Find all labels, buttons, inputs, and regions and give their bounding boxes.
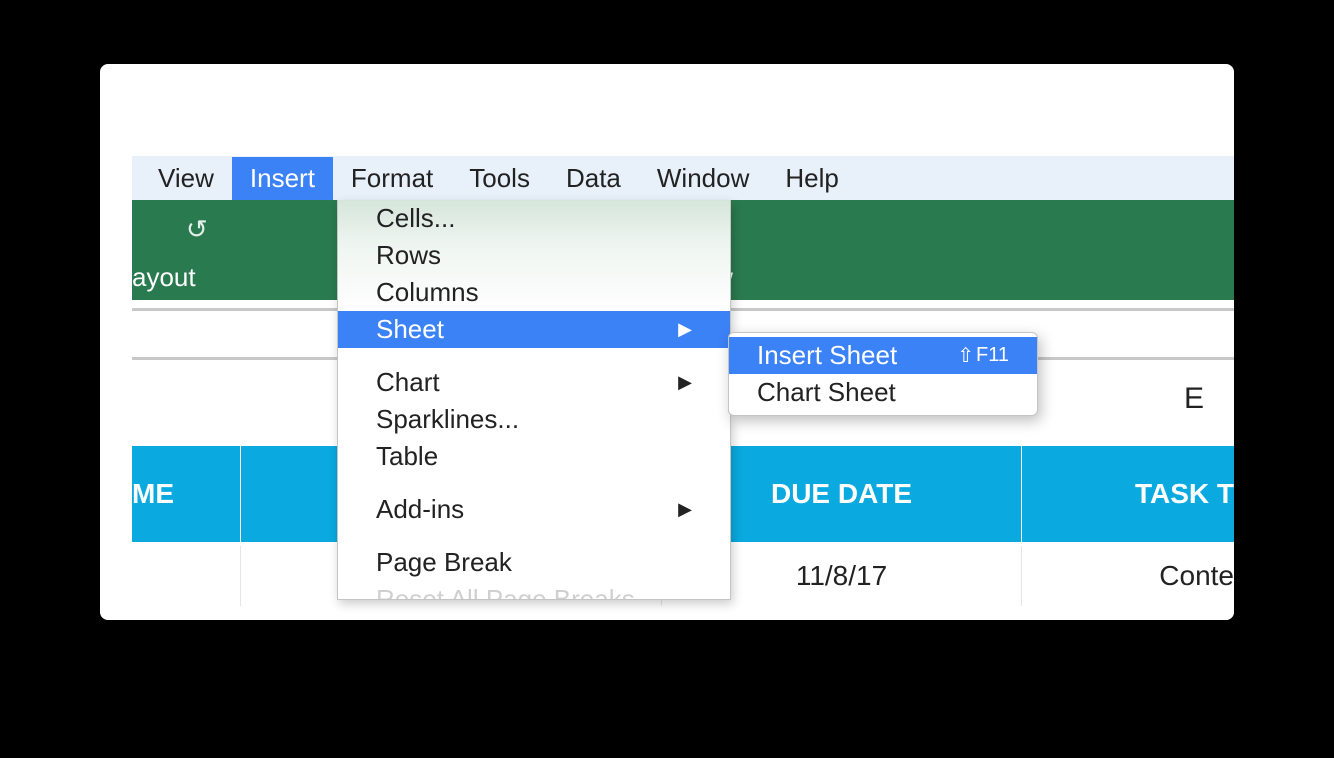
- menu-item-chart[interactable]: Chart ▶: [338, 364, 730, 401]
- menu-item-reset-breaks[interactable]: Reset All Page Breaks: [338, 581, 730, 599]
- submenu-item-insert-sheet[interactable]: Insert Sheet ⇧F11: [729, 337, 1037, 374]
- menu-format[interactable]: Format: [333, 157, 451, 200]
- insert-dropdown: Cells... Rows Columns Sheet ▶ Chart ▶ Sp…: [337, 200, 731, 600]
- screenshot-card: View Insert Format Tools Data Window Hel…: [100, 64, 1234, 620]
- submenu-arrow-icon: ▶: [678, 499, 692, 520]
- menu-insert[interactable]: Insert: [232, 157, 333, 200]
- ribbon-tab-layout[interactable]: ayout: [132, 262, 196, 293]
- submenu-arrow-icon: ▶: [678, 372, 692, 393]
- menu-item-table[interactable]: Table: [338, 438, 730, 475]
- sheet-submenu: Insert Sheet ⇧F11 Chart Sheet: [728, 332, 1038, 416]
- undo-icon[interactable]: ↺: [186, 214, 208, 245]
- menu-item-rows[interactable]: Rows: [338, 237, 730, 274]
- menu-item-cells[interactable]: Cells...: [338, 200, 730, 237]
- menu-item-sheet[interactable]: Sheet ▶: [338, 311, 730, 348]
- menu-item-sparklines[interactable]: Sparklines...: [338, 401, 730, 438]
- menu-data[interactable]: Data: [548, 157, 639, 200]
- menu-tools[interactable]: Tools: [451, 157, 548, 200]
- menu-item-columns[interactable]: Columns: [338, 274, 730, 311]
- shortcut-label: ⇧F11: [957, 343, 1009, 368]
- submenu-item-chart-sheet[interactable]: Chart Sheet: [729, 374, 1037, 411]
- header-cell-task[interactable]: TASK T: [1022, 446, 1234, 542]
- header-cell-me[interactable]: ME: [132, 446, 241, 542]
- menu-view[interactable]: View: [140, 157, 232, 200]
- submenu-arrow-icon: ▶: [678, 319, 692, 340]
- menu-item-page-break[interactable]: Page Break: [338, 544, 730, 581]
- cell-task[interactable]: Conte: [1022, 546, 1234, 606]
- app-window: View Insert Format Tools Data Window Hel…: [132, 156, 1234, 620]
- cell-me[interactable]: [132, 546, 241, 606]
- menu-item-addins[interactable]: Add-ins ▶: [338, 491, 730, 528]
- column-header-e[interactable]: E: [1184, 382, 1204, 416]
- menubar: View Insert Format Tools Data Window Hel…: [132, 156, 1234, 200]
- menu-help[interactable]: Help: [767, 157, 856, 200]
- menu-window[interactable]: Window: [639, 157, 767, 200]
- shift-icon: ⇧: [957, 343, 974, 368]
